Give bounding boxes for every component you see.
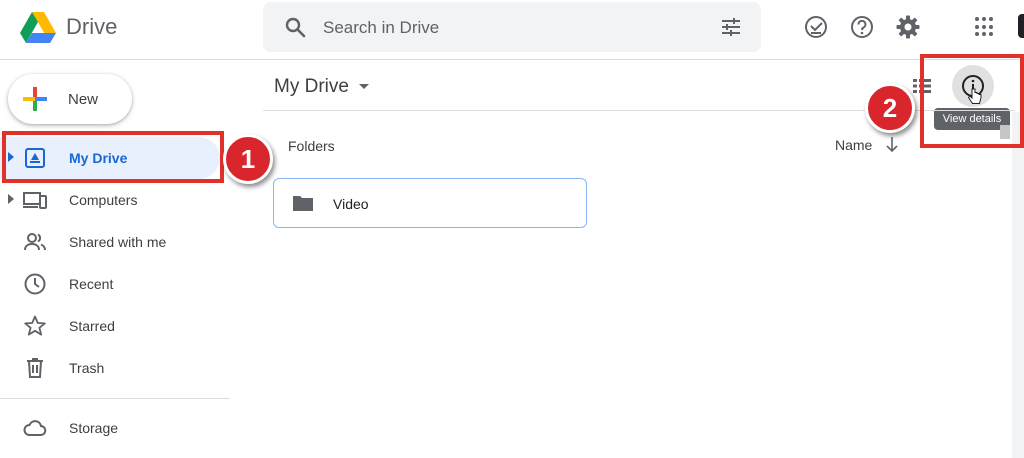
apps-grid-icon[interactable] xyxy=(975,17,995,37)
search-bar[interactable]: Search in Drive xyxy=(263,2,761,52)
new-button[interactable]: New xyxy=(8,74,132,124)
chevron-down-icon[interactable] xyxy=(359,84,369,89)
sort-by-name[interactable]: Name xyxy=(835,137,872,153)
sidebar-item-recent[interactable]: Recent xyxy=(0,263,230,305)
help-icon[interactable] xyxy=(849,14,875,40)
plus-icon xyxy=(23,87,47,111)
step-badge-1: 1 xyxy=(223,134,273,184)
sidebar-item-label: Shared with me xyxy=(69,234,167,250)
tune-icon[interactable] xyxy=(719,15,743,39)
search-icon[interactable] xyxy=(283,15,307,39)
highlight-box-view-details xyxy=(920,54,1024,148)
ready-for-offline-icon[interactable] xyxy=(803,14,829,40)
breadcrumb[interactable]: My Drive xyxy=(274,76,349,98)
step-badge-2: 2 xyxy=(865,83,915,133)
sidebar-item-computers[interactable]: Computers xyxy=(0,179,230,221)
shared-icon xyxy=(24,233,46,251)
sidebar-divider xyxy=(0,398,230,399)
drive-logo-icon[interactable] xyxy=(18,10,58,46)
new-button-label: New xyxy=(68,91,99,108)
trash-icon xyxy=(27,358,43,378)
expand-caret-icon[interactable] xyxy=(8,194,14,204)
cloud-icon xyxy=(23,420,47,436)
folder-item[interactable]: Video xyxy=(273,178,587,228)
sidebar-item-label: Starred xyxy=(69,318,115,334)
sidebar-item-starred[interactable]: Starred xyxy=(0,305,230,347)
sidebar-item-label: Storage xyxy=(69,420,119,436)
sidebar-item-shared-with-me[interactable]: Shared with me xyxy=(0,221,230,263)
brand-name: Drive xyxy=(66,14,118,39)
settings-icon[interactable] xyxy=(895,14,921,40)
folder-name: Video xyxy=(333,196,369,212)
sidebar-item-label: Recent xyxy=(69,276,114,292)
folder-icon xyxy=(293,196,313,211)
sidebar-item-trash[interactable]: Trash xyxy=(0,347,230,389)
search-input[interactable]: Search in Drive xyxy=(323,18,439,38)
sidebar-item-label: Computers xyxy=(69,192,138,208)
computers-icon xyxy=(23,192,47,209)
clock-icon xyxy=(24,273,46,295)
top-bar: Drive Search in Drive xyxy=(0,0,1024,60)
scrollbar[interactable] xyxy=(1012,112,1024,458)
arrow-down-icon[interactable] xyxy=(884,134,900,154)
drive-app: Drive Search in Drive New My Drive Compu… xyxy=(0,0,1024,458)
sidebar-item-storage[interactable]: Storage xyxy=(0,407,230,449)
sidebar-item-label: Trash xyxy=(69,360,105,376)
star-icon xyxy=(24,315,46,336)
folders-section-title: Folders xyxy=(288,138,335,154)
avatar[interactable] xyxy=(1018,14,1024,38)
highlight-box-my-drive xyxy=(2,131,224,183)
